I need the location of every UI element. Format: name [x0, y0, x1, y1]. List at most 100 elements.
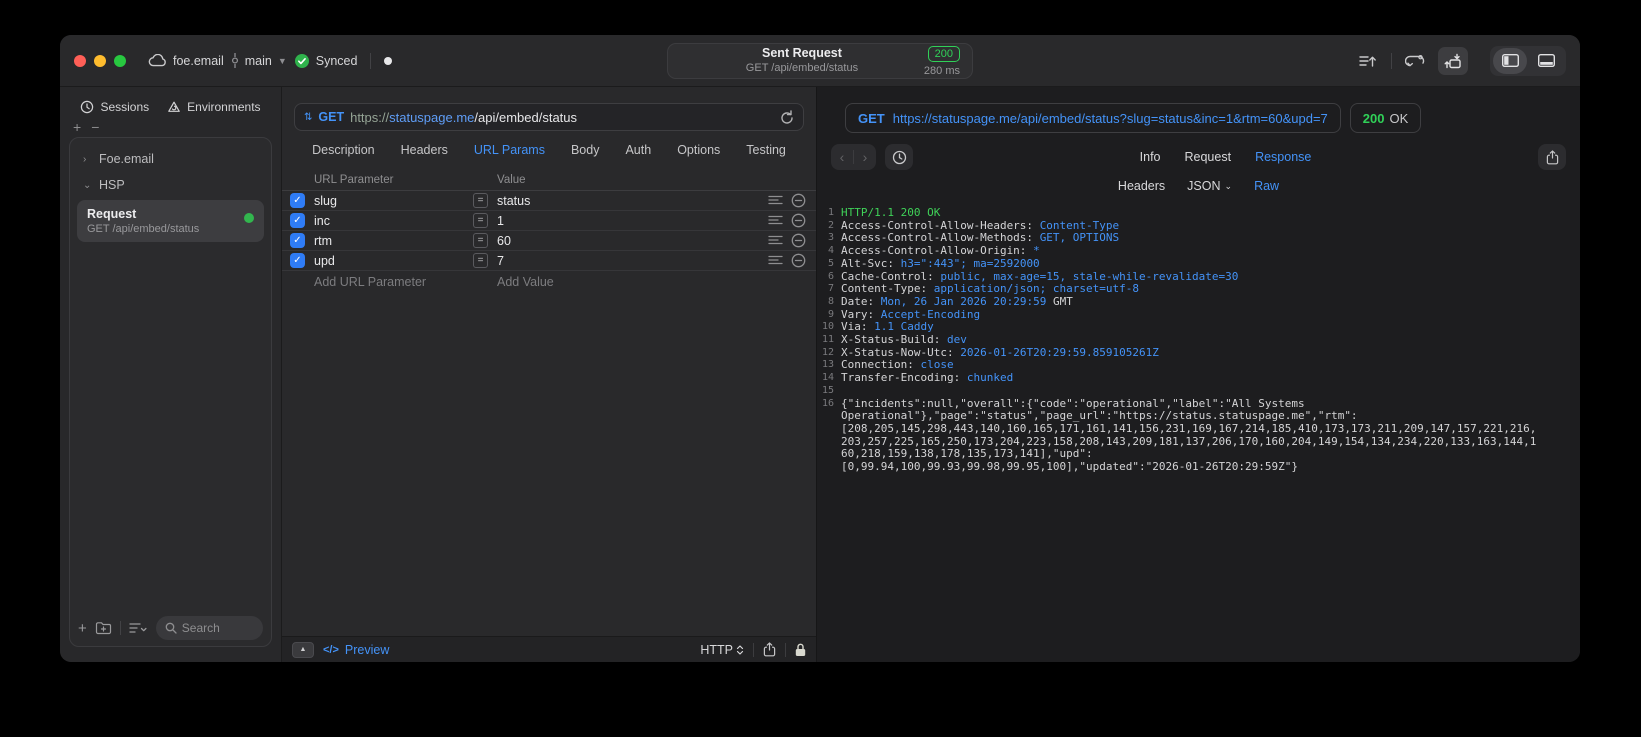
- param-name-field[interactable]: rtm: [314, 234, 464, 248]
- method-stepper-icon[interactable]: ⇅: [304, 112, 312, 123]
- send-receive-panel-button[interactable]: [1438, 46, 1468, 75]
- param-value-field[interactable]: 7: [497, 254, 755, 268]
- line-number: 12: [821, 346, 834, 358]
- tree-group-hsp[interactable]: ⌄ HSP: [75, 172, 266, 198]
- response-tab-response[interactable]: Response: [1255, 150, 1311, 164]
- sent-request-url-box[interactable]: GET https://statuspage.me/api/embed/stat…: [845, 103, 1341, 133]
- tree-group-foe-email[interactable]: › Foe.email: [75, 146, 266, 172]
- param-options-icon[interactable]: [768, 215, 783, 226]
- search-input[interactable]: Search: [155, 616, 263, 640]
- traffic-light-zoom[interactable]: [114, 54, 126, 67]
- remove-param-button[interactable]: [791, 253, 806, 268]
- add-value-placeholder[interactable]: Add Value: [497, 275, 755, 289]
- add-session-button[interactable]: +: [73, 119, 81, 135]
- response-tab-request[interactable]: Request: [1185, 150, 1232, 164]
- remove-session-button[interactable]: −: [91, 119, 99, 135]
- chevron-up-down-icon: [736, 644, 744, 656]
- param-name-field[interactable]: inc: [314, 214, 464, 228]
- param-name-field[interactable]: upd: [314, 254, 464, 268]
- request-list-item-selected[interactable]: Request GET /api/embed/status: [77, 200, 264, 242]
- resend-button[interactable]: [780, 109, 794, 125]
- param-name-field[interactable]: slug: [314, 194, 464, 208]
- param-checkbox[interactable]: ✓: [290, 233, 305, 248]
- add-param-row[interactable]: Add URL Parameter Add Value: [282, 271, 816, 293]
- request-editor: ⇅ GET https://statuspage.me/api/embed/st…: [282, 87, 817, 662]
- param-options-icon[interactable]: [768, 255, 783, 266]
- import-export-button[interactable]: [1353, 47, 1383, 75]
- toggle-left-sidebar-button[interactable]: [1493, 47, 1527, 74]
- titlebar: foe.email main ▼ Synced Sent Request GET…: [60, 35, 1580, 87]
- equals-type-icon[interactable]: =: [473, 253, 488, 268]
- subtab-json-label: JSON: [1187, 179, 1221, 193]
- equals-type-icon[interactable]: =: [473, 193, 488, 208]
- collapse-panel-button[interactable]: ▲: [292, 641, 314, 658]
- history-button[interactable]: [885, 144, 913, 170]
- response-tab-info[interactable]: Info: [1140, 150, 1161, 164]
- equals-type-icon[interactable]: =: [473, 233, 488, 248]
- url-bar[interactable]: ⇅ GET https://statuspage.me/api/embed/st…: [294, 103, 804, 131]
- line-number: 3: [827, 232, 834, 244]
- param-checkbox[interactable]: ✓: [290, 193, 305, 208]
- traffic-light-close[interactable]: [74, 54, 86, 67]
- subtab-json[interactable]: JSON ⌄: [1187, 179, 1232, 193]
- export-share-button[interactable]: [763, 642, 776, 657]
- editor-tab-description[interactable]: Description: [312, 143, 375, 157]
- editor-tab-testing[interactable]: Testing: [746, 143, 786, 157]
- add-request-button[interactable]: +: [78, 620, 87, 637]
- param-checkbox[interactable]: ✓: [290, 253, 305, 268]
- branch-selector[interactable]: main ▼: [231, 53, 287, 68]
- sidebar: Sessions Environments + − › Foe.email ⌄ …: [60, 87, 282, 662]
- add-parameter-placeholder[interactable]: Add URL Parameter: [314, 275, 464, 289]
- titlebar-divider: [370, 52, 372, 69]
- branch-icon: [231, 53, 239, 68]
- project-selector[interactable]: foe.email: [148, 54, 224, 68]
- line-number: 14: [821, 372, 834, 384]
- request-summary-pill[interactable]: Sent Request GET /api/embed/status 200 2…: [667, 43, 973, 79]
- chevron-down-icon: ▼: [277, 55, 287, 66]
- editor-tab-body[interactable]: Body: [571, 143, 600, 157]
- environments-icon: [167, 100, 181, 114]
- response-tabs: Info Request Response: [913, 150, 1538, 164]
- editor-tab-auth[interactable]: Auth: [625, 143, 651, 157]
- remove-param-button[interactable]: [791, 213, 806, 228]
- tab-sessions[interactable]: Sessions: [80, 100, 149, 114]
- sort-filter-button[interactable]: [129, 622, 148, 634]
- new-folder-button[interactable]: [95, 621, 112, 635]
- param-value-field[interactable]: status: [497, 194, 755, 208]
- traffic-light-minimize[interactable]: [94, 54, 106, 67]
- toggle-bottom-panel-button[interactable]: [1529, 48, 1563, 74]
- response-share-button[interactable]: [1538, 144, 1566, 170]
- editor-tab-headers[interactable]: Headers: [401, 143, 448, 157]
- subtab-raw[interactable]: Raw: [1254, 179, 1279, 193]
- remove-param-button[interactable]: [791, 193, 806, 208]
- forward-button[interactable]: ›: [854, 149, 876, 165]
- sync-status[interactable]: Synced: [294, 53, 357, 69]
- param-row-inc: ✓ inc = 1: [282, 211, 816, 231]
- equals-type-icon[interactable]: =: [473, 213, 488, 228]
- response-url: https://statuspage.me/api/embed/status?s…: [892, 110, 1328, 126]
- param-options-icon[interactable]: [768, 195, 783, 206]
- subtab-headers[interactable]: Headers: [1118, 179, 1165, 193]
- method-label[interactable]: GET: [318, 110, 344, 124]
- line-number: 7: [827, 283, 834, 295]
- back-button[interactable]: ‹: [831, 149, 853, 165]
- editor-tab-url-params[interactable]: URL Params: [474, 143, 545, 157]
- preview-button[interactable]: </> Preview: [323, 643, 389, 657]
- url-host: statuspage.me: [389, 109, 475, 125]
- tab-environments[interactable]: Environments: [167, 100, 261, 114]
- param-value-field[interactable]: 1: [497, 214, 755, 228]
- session-status-dot: [384, 56, 393, 65]
- lock-icon: [795, 643, 806, 657]
- lock-button[interactable]: [795, 643, 806, 657]
- request-url[interactable]: https://statuspage.me/api/embed/status: [350, 110, 577, 125]
- remove-param-button[interactable]: [791, 233, 806, 248]
- param-value-field[interactable]: 60: [497, 234, 755, 248]
- param-checkbox[interactable]: ✓: [290, 213, 305, 228]
- status-badge: 200: [927, 46, 960, 63]
- editor-tab-options[interactable]: Options: [677, 143, 720, 157]
- line-number: 6: [827, 270, 834, 282]
- lines-arrow-up-icon: [1359, 54, 1377, 68]
- sync-loop-button[interactable]: [1400, 47, 1430, 75]
- protocol-select[interactable]: HTTP: [700, 643, 744, 657]
- param-options-icon[interactable]: [768, 235, 783, 246]
